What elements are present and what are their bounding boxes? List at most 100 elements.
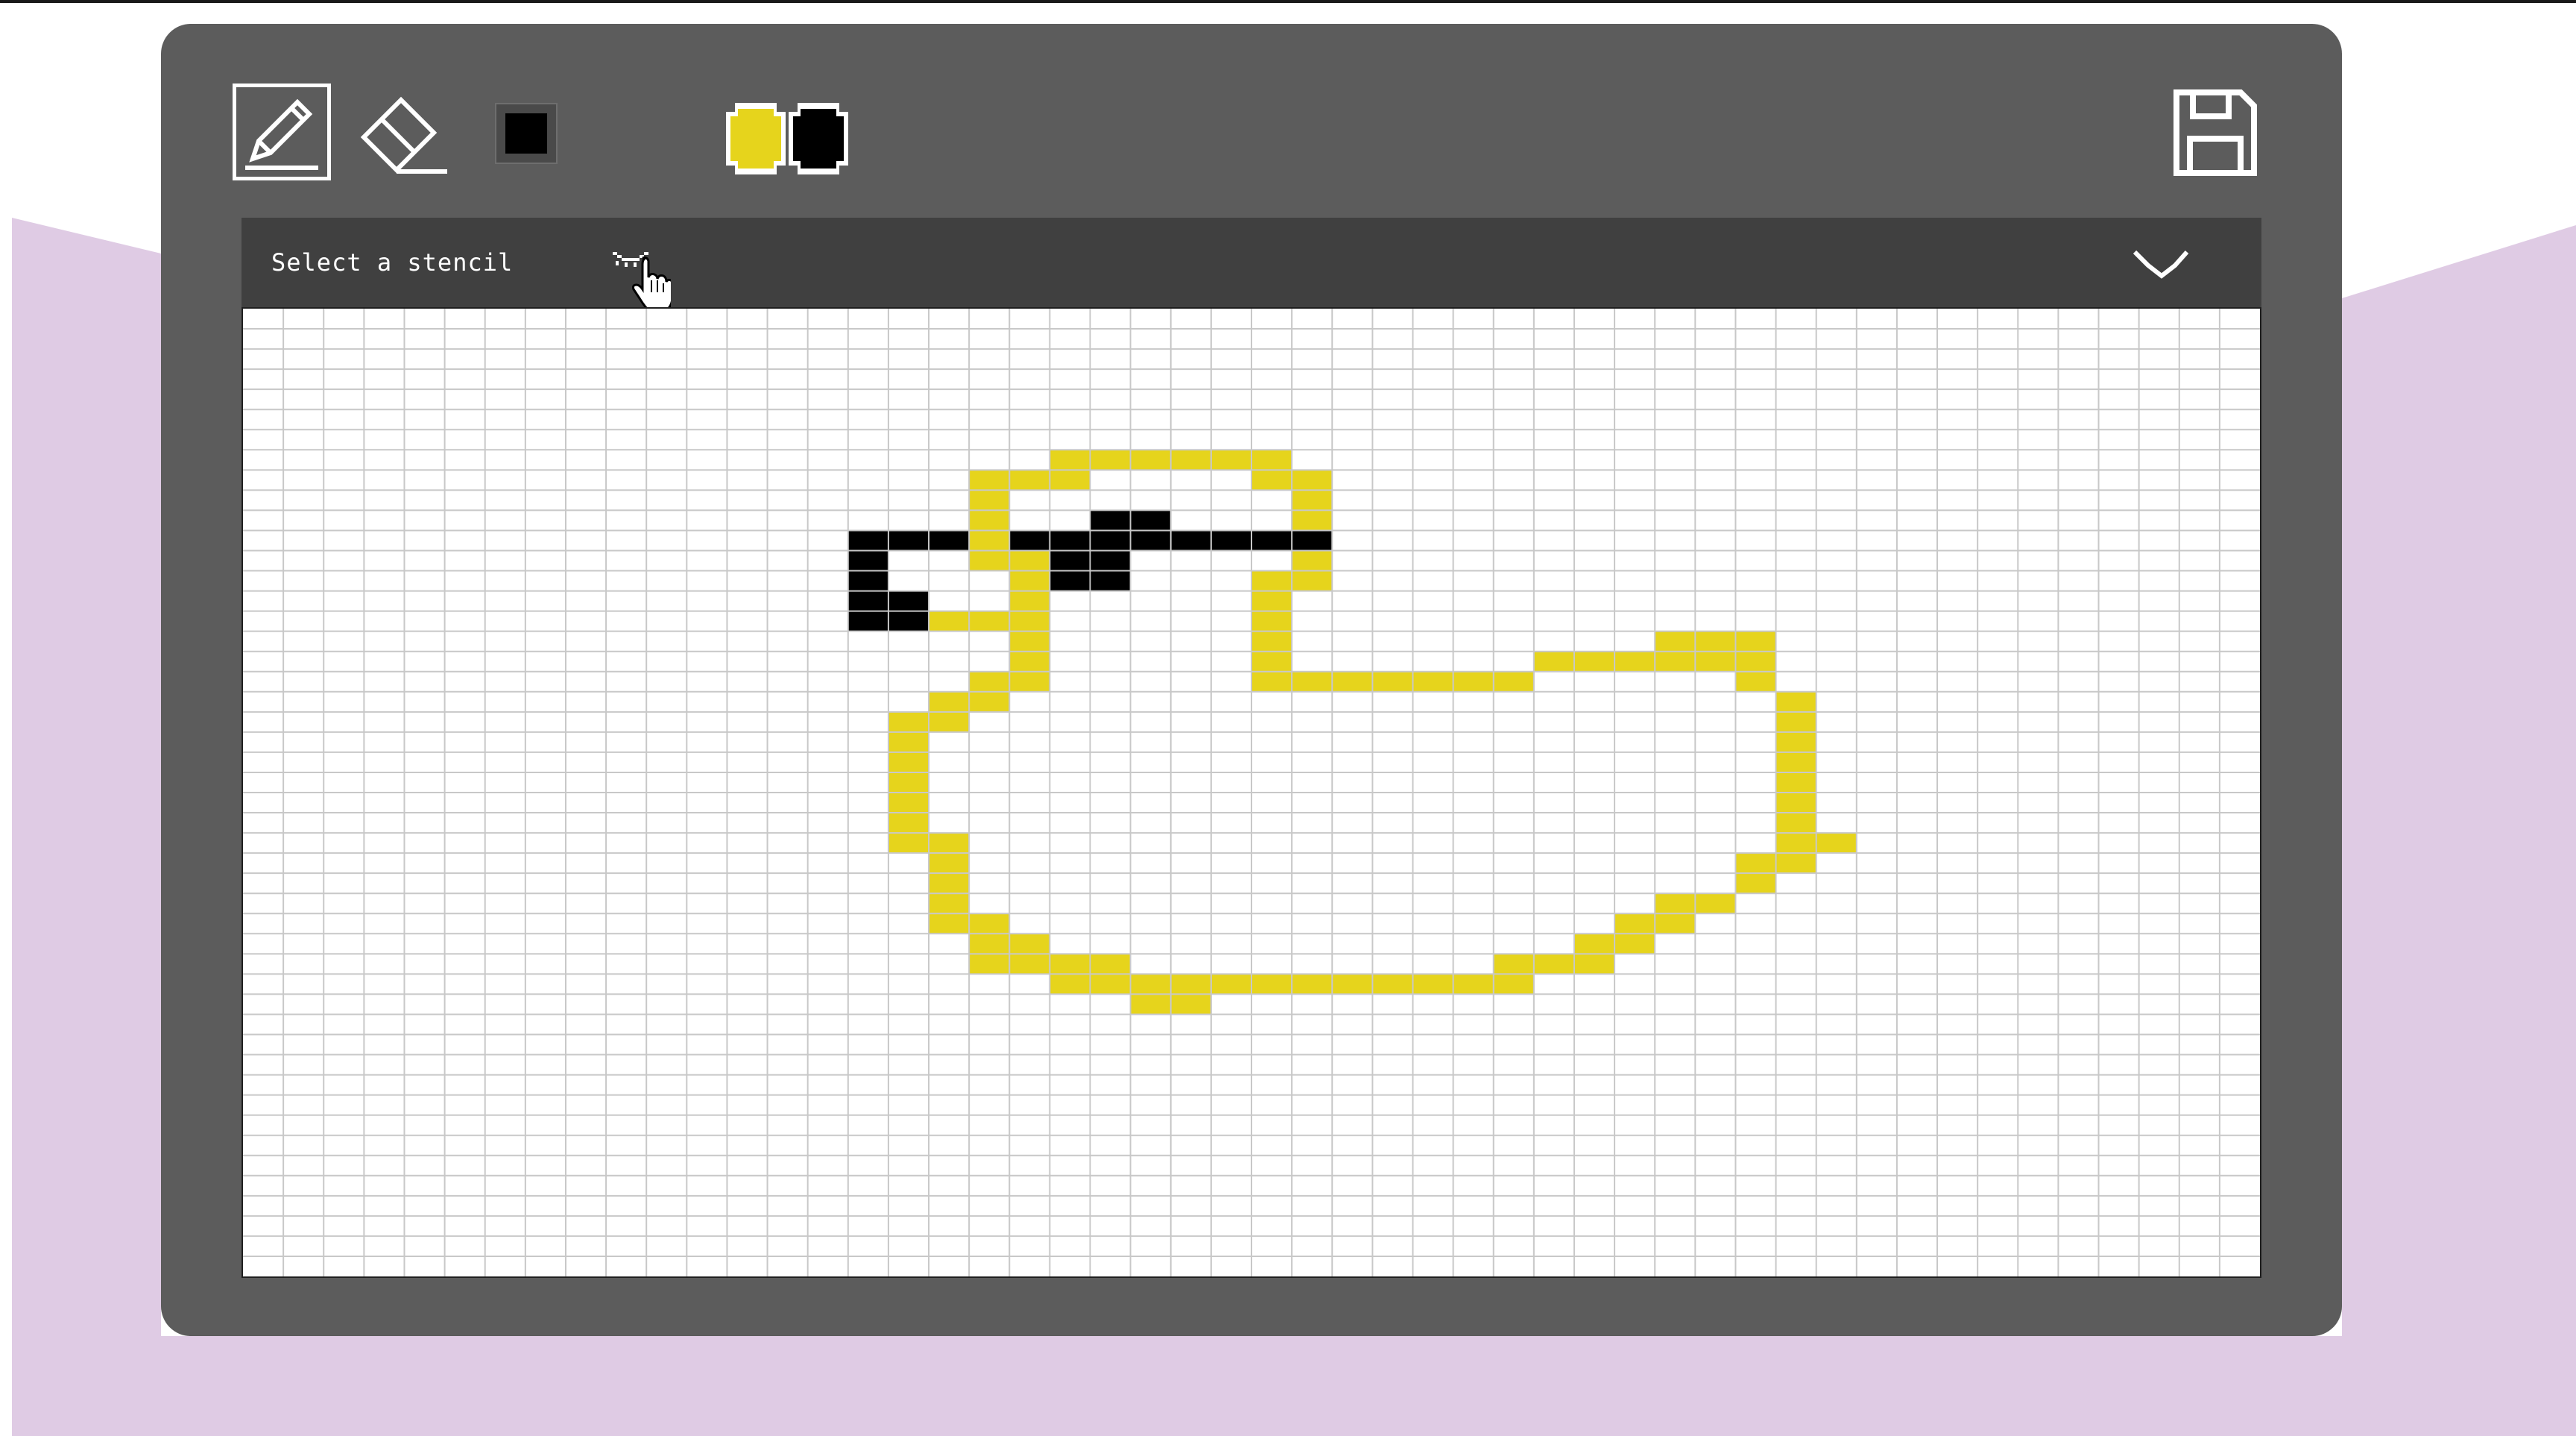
pixel-cell[interactable] xyxy=(888,731,929,753)
pixel-cell[interactable] xyxy=(1775,711,1817,733)
pixel-cell[interactable] xyxy=(1655,631,1696,652)
pixel-cell[interactable] xyxy=(888,793,929,813)
pixel-cell[interactable] xyxy=(1292,671,1333,693)
fill-tool-button[interactable] xyxy=(495,103,558,164)
pixel-cell[interactable] xyxy=(969,913,1010,934)
pixel-cell[interactable] xyxy=(929,893,970,914)
pixel-cell[interactable] xyxy=(1251,671,1292,693)
pixel-cell[interactable] xyxy=(1292,510,1333,531)
pixel-cell[interactable] xyxy=(1533,651,1575,673)
pixel-cell[interactable] xyxy=(1251,631,1292,652)
pixel-cell[interactable] xyxy=(969,470,1010,491)
pixel-cell[interactable] xyxy=(1735,631,1777,652)
pixel-cell[interactable] xyxy=(929,913,970,934)
pixel-cell[interactable] xyxy=(1695,631,1736,652)
pixel-cell[interactable] xyxy=(1049,550,1091,572)
pixel-cell[interactable] xyxy=(969,954,1010,974)
drawing-canvas[interactable] xyxy=(242,307,2261,1278)
pixel-cell[interactable] xyxy=(1090,570,1131,592)
pixel-cell[interactable] xyxy=(1775,752,1817,773)
pixel-cell[interactable] xyxy=(1775,833,1817,854)
pixel-cell[interactable] xyxy=(888,611,929,632)
pixel-cell[interactable] xyxy=(1292,974,1333,995)
pencil-tool-button[interactable] xyxy=(233,84,331,180)
color-toggle[interactable] xyxy=(713,94,877,183)
pixel-cell[interactable] xyxy=(1049,530,1091,551)
pixel-cell[interactable] xyxy=(847,530,889,551)
pixel-cell[interactable] xyxy=(929,711,970,733)
pixel-cell[interactable] xyxy=(969,691,1010,713)
pixel-cell[interactable] xyxy=(1251,570,1292,592)
pixel-cell[interactable] xyxy=(1614,913,1655,934)
pixel-cell[interactable] xyxy=(1573,651,1615,673)
pixel-cell[interactable] xyxy=(929,611,970,632)
pixel-cell[interactable] xyxy=(1816,833,1857,854)
pixel-cell[interactable] xyxy=(1735,853,1777,874)
pixel-cell[interactable] xyxy=(969,611,1010,632)
pixel-cell[interactable] xyxy=(1372,671,1413,693)
pixel-cell[interactable] xyxy=(1130,994,1172,1015)
pixel-cell[interactable] xyxy=(847,611,889,632)
pixel-cell[interactable] xyxy=(1493,671,1535,693)
pixel-cell[interactable] xyxy=(1049,974,1091,995)
pixel-cell[interactable] xyxy=(1130,974,1172,995)
pixel-cell[interactable] xyxy=(1009,530,1050,551)
pixel-cell[interactable] xyxy=(888,530,929,551)
pixel-cell[interactable] xyxy=(1292,550,1333,572)
pixel-cell[interactable] xyxy=(888,813,929,834)
pixel-cell[interactable] xyxy=(1049,450,1091,470)
pixel-cell[interactable] xyxy=(969,510,1010,531)
pixel-cell[interactable] xyxy=(1009,611,1050,632)
pixel-cell[interactable] xyxy=(1735,671,1777,693)
pixel-cell[interactable] xyxy=(969,933,1010,954)
pixel-cell[interactable] xyxy=(1775,793,1817,813)
pixel-cell[interactable] xyxy=(1210,530,1252,551)
pixel-cell[interactable] xyxy=(1453,671,1494,693)
pixel-cell[interactable] xyxy=(1735,873,1777,894)
pixel-cell[interactable] xyxy=(1170,974,1212,995)
pixel-cell[interactable] xyxy=(1332,671,1373,693)
pixel-cell[interactable] xyxy=(1170,530,1212,551)
pixel-cell[interactable] xyxy=(1775,731,1817,753)
pixel-cell[interactable] xyxy=(1655,651,1696,673)
pixel-cell[interactable] xyxy=(1009,651,1050,673)
pixel-cell[interactable] xyxy=(1251,470,1292,491)
pixel-cell[interactable] xyxy=(1372,974,1413,995)
pixel-cell[interactable] xyxy=(1251,530,1292,551)
pixel-cell[interactable] xyxy=(1493,974,1535,995)
pixel-cell[interactable] xyxy=(1130,510,1172,531)
pixel-cell[interactable] xyxy=(929,853,970,874)
pixel-cell[interactable] xyxy=(1695,651,1736,673)
pixel-cell[interactable] xyxy=(929,530,970,551)
pixel-cell[interactable] xyxy=(969,490,1010,511)
pixel-cell[interactable] xyxy=(888,711,929,733)
pixel-cell[interactable] xyxy=(1655,913,1696,934)
primary-color-swatch[interactable] xyxy=(726,103,786,174)
pixel-cell[interactable] xyxy=(1614,933,1655,954)
pixel-cell[interactable] xyxy=(1210,450,1252,470)
pixel-cell[interactable] xyxy=(1009,631,1050,652)
pixel-cell[interactable] xyxy=(1292,570,1333,592)
pixel-cell[interactable] xyxy=(969,530,1010,551)
pixel-cell[interactable] xyxy=(1453,974,1494,995)
pixel-cell[interactable] xyxy=(1573,954,1615,974)
pixel-cell[interactable] xyxy=(1251,611,1292,632)
pixel-cell[interactable] xyxy=(1009,470,1050,491)
pixel-cell[interactable] xyxy=(1412,974,1454,995)
pixel-cell[interactable] xyxy=(1533,954,1575,974)
pixel-cell[interactable] xyxy=(1090,450,1131,470)
secondary-color-swatch[interactable] xyxy=(789,103,848,174)
pixel-cell[interactable] xyxy=(1090,550,1131,572)
pixel-cell[interactable] xyxy=(929,691,970,713)
pixel-cell[interactable] xyxy=(1130,450,1172,470)
pixel-cell[interactable] xyxy=(1292,470,1333,491)
pixel-cell[interactable] xyxy=(1251,591,1292,612)
pixel-cell[interactable] xyxy=(1292,530,1333,551)
pixel-cell[interactable] xyxy=(1614,651,1655,673)
pixel-cell[interactable] xyxy=(847,550,889,572)
pixel-cell[interactable] xyxy=(1170,450,1212,470)
eraser-tool-button[interactable] xyxy=(356,84,455,180)
pixel-cell[interactable] xyxy=(1009,570,1050,592)
pixel-cell[interactable] xyxy=(1090,510,1131,531)
pixel-cell[interactable] xyxy=(1735,651,1777,673)
